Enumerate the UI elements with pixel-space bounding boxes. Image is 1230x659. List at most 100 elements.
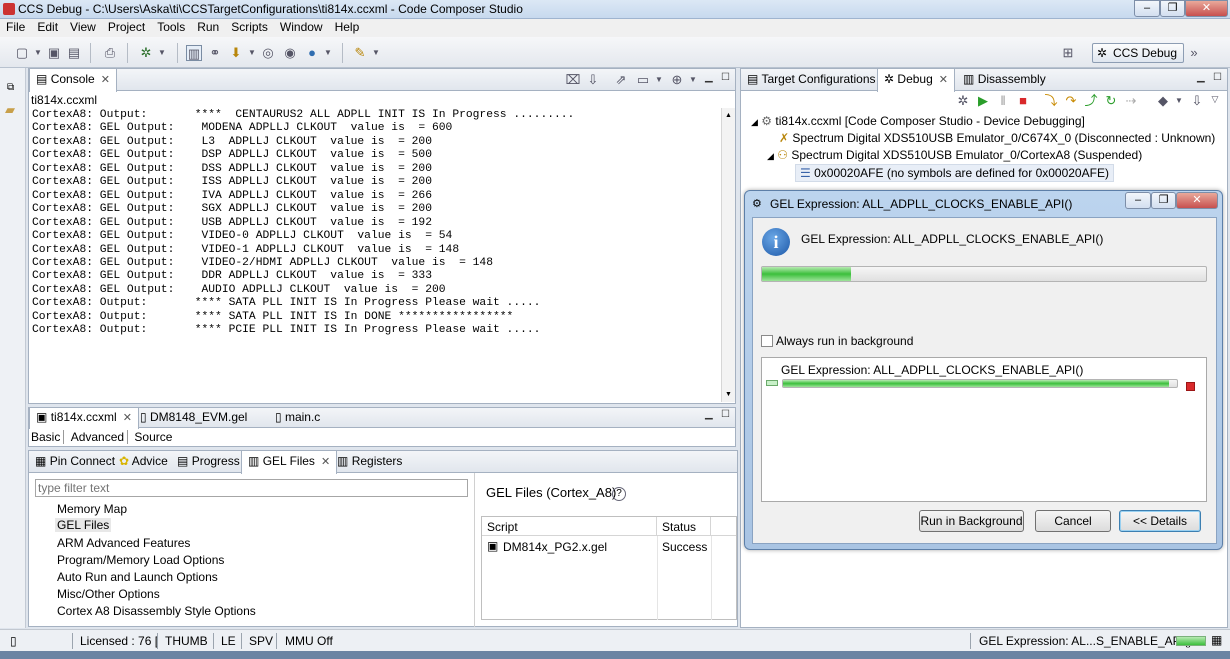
dialog-close-button[interactable]: ✕ [1176,192,1218,209]
step-over-icon[interactable]: ↷ [1063,93,1079,109]
tab-console[interactable]: ▤ Console ✕ [29,69,117,92]
cancel-button[interactable]: Cancel [1035,510,1111,532]
minimize-icon[interactable]: ▁ [1197,72,1205,83]
dropdown-icon[interactable]: ▼ [320,45,336,61]
subtab-basic[interactable]: Basic [31,430,65,444]
menu-scripts[interactable]: Scripts [225,19,274,34]
new-icon[interactable]: ▢ [14,45,30,61]
maximize-icon[interactable]: ☐ [721,72,730,83]
menu-tools[interactable]: Tools [151,19,191,34]
maximize-icon[interactable]: ☐ [721,409,730,420]
close-icon[interactable]: ✕ [939,74,948,86]
console-scrollbar[interactable]: ▲ ▼ [721,108,735,402]
close-icon[interactable]: ✕ [123,412,132,424]
minimize-button[interactable]: – [1134,0,1160,17]
close-button[interactable]: ✕ [1185,0,1228,17]
collapse-icon[interactable]: ◢ [767,151,774,161]
tab-registers[interactable]: ▥ Registers [331,451,408,473]
tree-item-disassembly-style[interactable]: Cortex A8 Disassembly Style Options [57,604,256,618]
debug-tree-frame[interactable]: ☰ 0x00020AFE (no symbols are defined for… [795,164,1114,182]
details-button[interactable]: << Details [1119,510,1201,532]
resume-icon[interactable]: ▶ [975,93,991,109]
step-return-icon[interactable]: ⤴ [1083,93,1099,109]
menu-help[interactable]: Help [329,19,366,34]
menu-project[interactable]: Project [102,19,151,34]
status-job[interactable]: GEL Expression: AL...S_ENABLE_API() [979,634,1192,648]
console-output[interactable]: CortexA8: Output: **** CENTAURUS2 ALL AD… [32,109,720,401]
dialog-maximize-button[interactable]: ❐ [1151,192,1176,209]
tree-item-arm-advanced[interactable]: ARM Advanced Features [57,536,190,550]
connect-icon[interactable]: ✲ [955,93,971,109]
restore-icon[interactable]: ⧉ [7,82,14,93]
tree-item-auto-run[interactable]: Auto Run and Launch Options [57,570,218,584]
menu-window[interactable]: Window [274,19,329,34]
tab-main-c[interactable]: ▯ main.c [269,408,326,430]
more-perspectives-icon[interactable]: » [1186,45,1202,61]
tree-item-memory-map[interactable]: Memory Map [57,502,127,516]
open-perspective-icon[interactable]: ⊞ [1060,45,1076,61]
scroll-lock-icon[interactable]: ⇩ [585,72,601,88]
close-icon[interactable]: ✕ [321,456,330,468]
tree-item-misc[interactable]: Misc/Other Options [57,587,160,601]
dropdown-icon[interactable]: ▼ [244,45,260,61]
open-progress-view-icon[interactable]: ▦ [1211,633,1222,647]
tab-debug[interactable]: ✲ Debug ✕ [877,69,955,92]
stop-icon[interactable] [1186,382,1195,391]
run-ext-icon[interactable]: ● [304,45,320,61]
toggle-view-icon[interactable]: ▥ [186,45,202,61]
tab-progress[interactable]: ▤ Progress [171,451,246,473]
table-row[interactable]: ▣ DM814x_PG2.x.gel Success [482,538,738,556]
dropdown-icon[interactable]: ▼ [30,45,46,61]
tab-target-configurations[interactable]: ▤ Target Configurations [741,69,882,91]
run-in-background-button[interactable]: Run in Background [919,510,1024,532]
clear-console-icon[interactable]: ⌧ [565,72,581,88]
menu-run[interactable]: Run [191,19,225,34]
collapse-icon[interactable]: ◢ [751,117,758,127]
close-icon[interactable]: ✕ [101,74,110,86]
minimize-icon[interactable]: ▁ [705,409,713,420]
save-all-icon[interactable]: ▤ [66,45,82,61]
dropdown-icon[interactable]: ▼ [368,45,384,61]
debug-tree-c674x[interactable]: ✗ Spectrum Digital XDS510USB Emulator_0/… [779,131,1215,145]
menu-view[interactable]: View [64,19,102,34]
tree-item-program-memory[interactable]: Program/Memory Load Options [57,553,224,567]
reset-cpu-icon[interactable]: ◆ [1155,93,1171,109]
dropdown-icon[interactable]: ▼ [685,72,701,88]
display-console-icon[interactable]: ▭ [635,72,651,88]
suspend-icon[interactable]: ‖ [995,93,1011,109]
breakpoint-icon[interactable]: ◎ [260,45,276,61]
view-menu-icon[interactable]: ⇩ [1189,93,1205,109]
dropdown-icon[interactable]: ▽ [1207,91,1223,107]
tree-item-gel-files[interactable]: GEL Files [55,518,112,532]
tab-gel-files[interactable]: ▥ GEL Files ✕ [241,451,338,474]
menu-edit[interactable]: Edit [31,19,64,34]
debug-tree-cortexa8[interactable]: ◢ ⚇ Spectrum Digital XDS510USB Emulator_… [767,148,1142,162]
dropdown-icon[interactable]: ▼ [651,72,667,88]
link-icon[interactable]: ⚭ [207,45,223,61]
reset-icon[interactable]: ⇢ [1123,93,1139,109]
dialog-minimize-button[interactable]: – [1125,192,1151,209]
help-icon[interactable]: ? [612,487,626,501]
assembly-step-icon[interactable]: ↻ [1103,93,1119,109]
pin-icon[interactable]: ✎ [352,45,368,61]
tab-pin-connect[interactable]: ▦ Pin Connect [29,451,121,473]
menu-file[interactable]: File [0,19,31,34]
maximize-button[interactable]: ❐ [1160,0,1185,17]
dropdown-icon[interactable]: ▼ [1171,93,1187,109]
new-console-icon[interactable]: ⊕ [669,72,685,88]
project-explorer-icon[interactable]: ▰ [5,102,15,118]
perspective-ccs-debug[interactable]: ✲ CCS Debug [1091,43,1184,63]
tab-dm8148-evm-gel[interactable]: ▯ DM8148_EVM.gel [134,408,253,430]
watch-icon[interactable]: ◉ [282,45,298,61]
maximize-icon[interactable]: ☐ [1213,72,1222,83]
filter-input[interactable] [35,479,468,497]
dropdown-icon[interactable]: ▼ [154,45,170,61]
subtab-advanced[interactable]: Advanced [67,430,129,444]
debug-tree-root[interactable]: ◢ ⚙ ti814x.ccxml [Code Composer Studio -… [751,114,1085,128]
step-into-icon[interactable]: ⤵ [1043,93,1059,109]
save-icon[interactable]: ▣ [46,45,62,61]
tab-advice[interactable]: ✿ Advice [113,451,174,473]
tab-disassembly[interactable]: ▥ Disassembly [957,69,1052,91]
minimize-icon[interactable]: ▁ [705,72,713,83]
always-background-checkbox[interactable] [761,335,773,347]
